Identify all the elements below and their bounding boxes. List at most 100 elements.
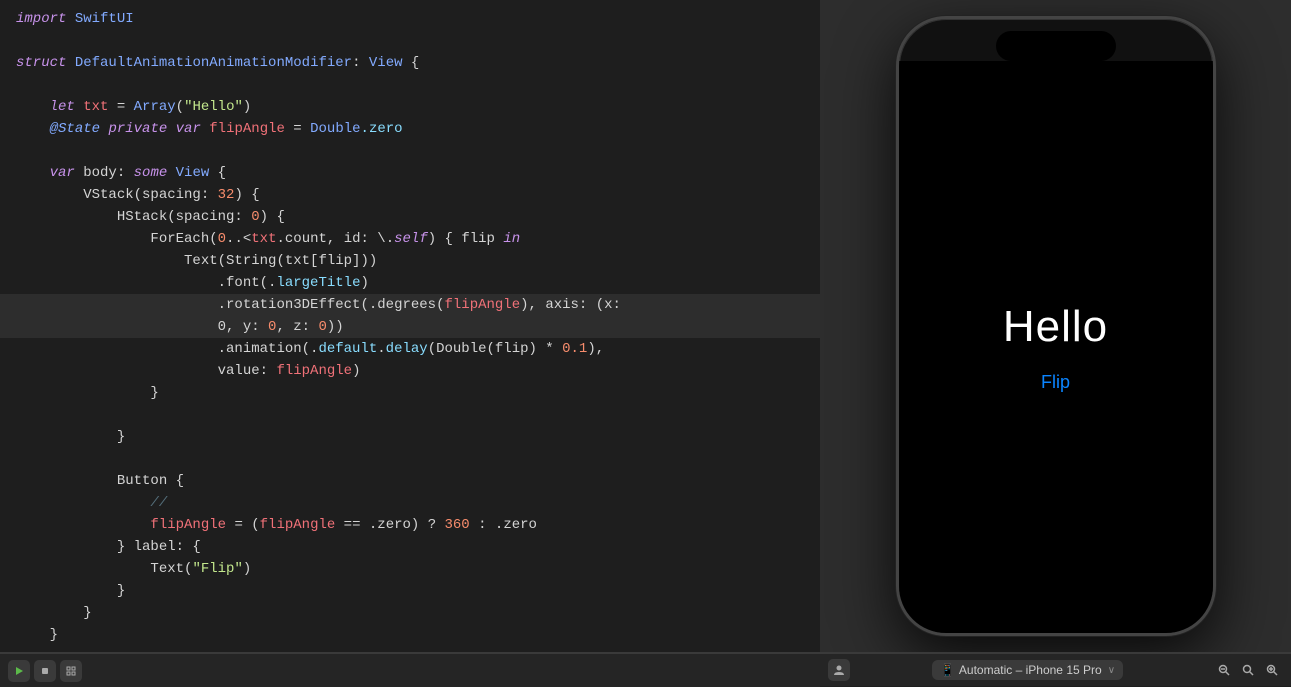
code-token: Array: [134, 96, 176, 118]
code-token: }: [16, 602, 92, 624]
run-button[interactable]: [8, 660, 30, 682]
code-token: "Flip": [192, 558, 242, 580]
code-token: ) {: [234, 184, 259, 206]
code-token: [16, 162, 50, 184]
code-line: }: [0, 602, 820, 624]
preview-panel: Hello Flip: [820, 0, 1291, 652]
main-area: import SwiftUI struct DefaultAnimationAn…: [0, 0, 1291, 652]
zoom-reset-button[interactable]: [1237, 659, 1259, 681]
zoom-controls: [1213, 659, 1283, 681]
code-token: Text(: [16, 558, 192, 580]
code-token: txt: [83, 96, 108, 118]
code-line: }: [0, 580, 820, 602]
code-line: import SwiftUI: [0, 8, 820, 30]
code-token: ) {: [260, 206, 285, 228]
code-line: [0, 30, 820, 52]
code-token: ): [360, 272, 368, 294]
code-token: value:: [16, 360, 276, 382]
code-token: 32: [218, 184, 235, 206]
code-line: .rotation3DEffect(.degrees(flipAngle), a…: [0, 294, 820, 316]
code-token: 0: [318, 316, 326, 338]
code-token: flipAngle: [150, 514, 226, 536]
device-label: Automatic – iPhone 15 Pro: [959, 663, 1102, 677]
zoom-in-button[interactable]: [1261, 659, 1283, 681]
code-panel: import SwiftUI struct DefaultAnimationAn…: [0, 0, 820, 652]
code-token: 0: [251, 206, 259, 228]
code-line: .font(.largeTitle): [0, 272, 820, 294]
phone-screen: Hello Flip: [899, 61, 1213, 633]
stop-button[interactable]: [34, 660, 56, 682]
code-line: Text("Flip"): [0, 558, 820, 580]
code-token: body:: [75, 162, 134, 184]
code-line: ForEach(0..<txt.count, id: \.self) { fli…: [0, 228, 820, 250]
code-token: =: [285, 118, 310, 140]
code-token: ),: [587, 338, 604, 360]
code-token: DefaultAnimationAnimationModifier: [75, 52, 352, 74]
code-token: .degrees(: [369, 294, 445, 316]
code-token: flipAngle: [444, 294, 520, 316]
code-token: import: [16, 8, 66, 30]
code-token: .font(.: [16, 272, 276, 294]
code-token: [66, 8, 74, 30]
code-token: flipAngle: [260, 514, 336, 536]
preview-bottom-left: [828, 659, 850, 681]
code-token: delay: [386, 338, 428, 360]
device-icon: 📱: [940, 663, 955, 677]
code-line: flipAngle = (flipAngle == .zero) ? 360 :…: [0, 514, 820, 536]
code-token: ..<: [226, 228, 251, 250]
code-token: flipAngle: [276, 360, 352, 382]
code-token: in: [503, 228, 520, 250]
code-token: [75, 96, 83, 118]
code-line: .animation(.default.delay(Double(flip) *…: [0, 338, 820, 360]
code-token: , z:: [276, 316, 318, 338]
grid-button[interactable]: [60, 660, 82, 682]
code-line: [0, 404, 820, 426]
code-token: : .zero: [470, 514, 537, 536]
code-token: }: [16, 382, 159, 404]
code-token: ForEach(: [16, 228, 218, 250]
code-line: }: [0, 382, 820, 404]
hello-text: Hello: [1003, 302, 1108, 352]
code-token: @State: [50, 118, 100, 140]
code-token: }: [16, 426, 125, 448]
code-line: VStack(spacing: 32) {: [0, 184, 820, 206]
zoom-out-button[interactable]: [1213, 659, 1235, 681]
code-token: ) { flip: [428, 228, 504, 250]
code-token: [66, 52, 74, 74]
person-icon-button[interactable]: [828, 659, 850, 681]
code-token: == .zero) ?: [335, 514, 444, 536]
code-token: (: [176, 96, 184, 118]
code-token: .animation(.: [16, 338, 318, 360]
phone-frame: Hello Flip: [896, 16, 1216, 636]
flip-button[interactable]: Flip: [1041, 372, 1070, 393]
code-line: }: [0, 426, 820, 448]
code-token: ): [352, 360, 360, 382]
code-token: View: [176, 162, 210, 184]
code-token: [167, 162, 175, 184]
code-token: //: [150, 492, 167, 514]
code-line: let txt = Array("Hello"): [0, 96, 820, 118]
code-token: (Double(flip) *: [428, 338, 562, 360]
code-token: = (: [226, 514, 260, 536]
code-bottom-section: [0, 653, 820, 687]
code-token: }: [16, 580, 125, 602]
code-token: Text(String(txt[flip])): [16, 250, 377, 272]
code-token: {: [209, 162, 226, 184]
code-token: txt: [251, 228, 276, 250]
code-token: "Hello": [184, 96, 243, 118]
code-token: SwiftUI: [75, 8, 134, 30]
device-selector[interactable]: 📱 Automatic – iPhone 15 Pro ∨: [932, 660, 1123, 680]
code-token: } label: {: [16, 536, 201, 558]
code-line: @State private var flipAngle = Double.ze…: [0, 118, 820, 140]
code-token: ): [243, 96, 251, 118]
code-token: )): [327, 316, 344, 338]
dynamic-island: [996, 31, 1116, 61]
code-token: :: [352, 52, 369, 74]
code-token: [16, 492, 150, 514]
code-token: [201, 118, 209, 140]
code-line: } label: {: [0, 536, 820, 558]
preview-bottom-center: 📱 Automatic – iPhone 15 Pro ∨: [932, 660, 1123, 680]
code-token: .zero: [361, 118, 403, 140]
code-line: [0, 140, 820, 162]
code-token: Button {: [16, 470, 184, 492]
